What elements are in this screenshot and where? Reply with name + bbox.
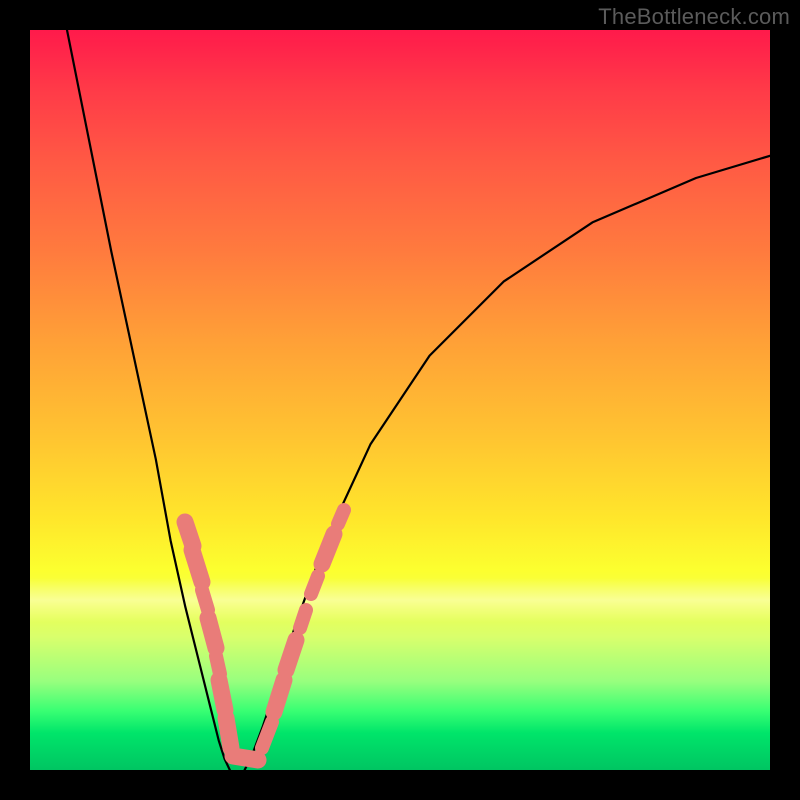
- worm-left-3: [202, 590, 208, 610]
- curve-left: [67, 30, 230, 770]
- worm-left-7: [226, 718, 231, 748]
- chart-frame: TheBottleneck.com: [0, 0, 800, 800]
- worm-right-6: [322, 534, 334, 564]
- worm-right-5: [311, 576, 318, 594]
- plot-area: [30, 30, 770, 770]
- worm-left-4: [208, 618, 216, 648]
- watermark-text: TheBottleneck.com: [598, 4, 790, 30]
- worm-group-right: [262, 510, 344, 748]
- worm-right-3: [286, 640, 296, 670]
- worm-left-2: [192, 550, 202, 582]
- worm-right-4: [300, 610, 306, 628]
- worm-left-5: [216, 656, 220, 674]
- worm-right-2: [274, 680, 284, 712]
- worm-left-bottom: [233, 756, 258, 760]
- worm-right-1: [262, 722, 272, 748]
- worm-right-7: [338, 510, 344, 524]
- curves-svg: [30, 30, 770, 770]
- curve-right: [245, 156, 770, 770]
- worm-left-6: [219, 680, 225, 710]
- worm-group-left: [185, 522, 258, 760]
